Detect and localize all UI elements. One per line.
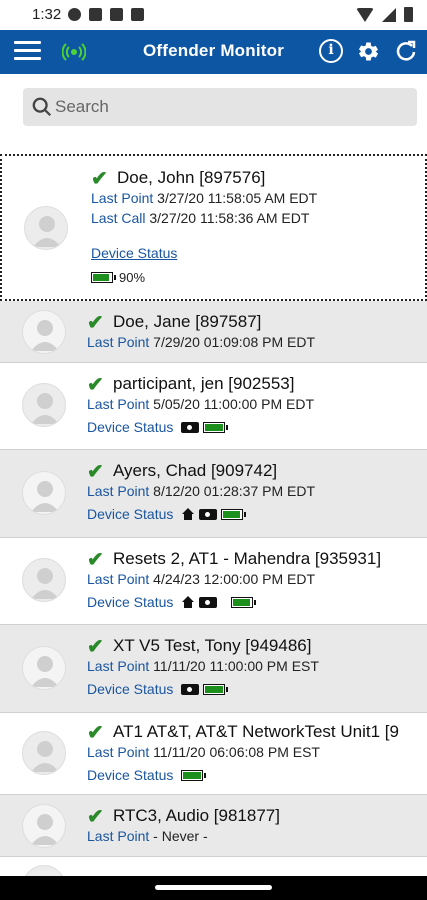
ankle-tag-icon bbox=[181, 421, 200, 433]
list-item[interactable]: ✔ AT1 AT&T, AT&T NetworkTest Unit1 [9 Las… bbox=[0, 713, 427, 795]
offender-list[interactable]: ✔ Doe, John [897576] Last Point 3/27/20 … bbox=[0, 136, 427, 876]
list-item[interactable]: ✔ XT V5 Test, Tony [949486] Last Point 11… bbox=[0, 625, 427, 713]
offender-name: XT V5 Test, Tony [949486] bbox=[113, 636, 312, 655]
avatar bbox=[22, 804, 66, 848]
avatar bbox=[24, 206, 68, 250]
device-status-link[interactable]: Device Status bbox=[87, 681, 173, 697]
settings-notification-icon bbox=[68, 8, 81, 21]
battery-icon bbox=[181, 769, 207, 781]
list-item[interactable]: ✔ Resets 2, AT1 - Mahendra [935931] Last … bbox=[0, 538, 427, 625]
ankle-tag-icon bbox=[199, 596, 218, 608]
phone-battery-icon bbox=[404, 7, 413, 22]
check-icon: ✔ bbox=[87, 548, 104, 571]
offender-name: Resets 2, AT1 - Mahendra [935931] bbox=[113, 549, 382, 568]
device-status-link[interactable]: Device Status bbox=[87, 506, 173, 522]
home-gesture-handle[interactable] bbox=[155, 885, 272, 890]
offender-name: Ayers, Chad [909742] bbox=[113, 461, 278, 480]
battery-icon bbox=[221, 508, 247, 520]
gear-icon[interactable] bbox=[355, 38, 382, 65]
battery-icon bbox=[231, 596, 257, 608]
check-icon: ✔ bbox=[91, 167, 108, 190]
home-icon bbox=[182, 508, 195, 520]
offender-name: Doe, Jane [897587] bbox=[113, 312, 262, 331]
avatar bbox=[22, 558, 66, 602]
status-time: 1:32 bbox=[32, 6, 62, 23]
check-icon: ✔ bbox=[87, 460, 104, 483]
search-bar bbox=[0, 74, 427, 136]
avatar bbox=[22, 310, 66, 354]
sd-card-icon bbox=[131, 8, 144, 21]
avatar bbox=[22, 646, 66, 690]
battery-icon bbox=[203, 683, 229, 695]
offender-name: ✔ Doe, John [897576] bbox=[91, 167, 266, 190]
list-item-partial[interactable] bbox=[0, 857, 427, 876]
offender-name: RTC3, Audio [981877] bbox=[113, 806, 280, 825]
battery-icon bbox=[91, 272, 116, 283]
info-icon[interactable]: i bbox=[319, 39, 343, 63]
battery-percent: 90% bbox=[119, 270, 146, 285]
battery-icon bbox=[203, 421, 229, 433]
check-icon: ✔ bbox=[87, 721, 104, 744]
list-item-partial bbox=[0, 136, 427, 154]
list-item-selected[interactable]: ✔ Doe, John [897576] Last Point 3/27/20 … bbox=[0, 154, 427, 301]
avatar bbox=[22, 471, 66, 515]
check-icon: ✔ bbox=[87, 635, 104, 658]
check-icon: ✔ bbox=[87, 311, 104, 334]
list-item[interactable]: ✔ Ayers, Chad [909742] Last Point 8/12/20… bbox=[0, 450, 427, 538]
list-item[interactable]: ✔ Doe, Jane [897587] Last Point 7/29/20 0… bbox=[0, 301, 427, 363]
ankle-tag-icon bbox=[199, 508, 218, 520]
list-item[interactable]: ✔ participant, jen [902553] Last Point 5/… bbox=[0, 363, 427, 450]
ankle-tag-icon bbox=[181, 683, 200, 695]
status-bar: 1:32 bbox=[0, 0, 427, 30]
device-status-link[interactable]: Device Status bbox=[87, 767, 173, 783]
check-icon: ✔ bbox=[87, 805, 104, 828]
offender-name: participant, jen [902553] bbox=[113, 374, 295, 393]
device-status-link[interactable]: Device Status bbox=[91, 245, 177, 261]
app-bar: Offender Monitor i bbox=[0, 30, 427, 74]
search-icon bbox=[32, 97, 52, 117]
refresh-icon[interactable] bbox=[394, 39, 418, 63]
sync-notification-icon bbox=[110, 8, 123, 21]
avatar bbox=[22, 731, 66, 775]
app-notification-icon bbox=[89, 8, 102, 21]
device-status-link[interactable]: Device Status bbox=[87, 594, 173, 610]
wifi-icon bbox=[356, 7, 374, 22]
system-nav-bar bbox=[0, 876, 427, 900]
offender-name: AT1 AT&T, AT&T NetworkTest Unit1 [9 bbox=[113, 722, 399, 741]
search-input[interactable] bbox=[55, 88, 405, 126]
search-box[interactable] bbox=[23, 88, 417, 126]
check-icon: ✔ bbox=[87, 373, 104, 396]
avatar bbox=[22, 865, 66, 876]
home-icon bbox=[182, 596, 195, 608]
avatar bbox=[22, 383, 66, 427]
cellular-signal-icon bbox=[382, 7, 396, 22]
list-item[interactable]: ✔ RTC3, Audio [981877] Last Point - Never… bbox=[0, 795, 427, 857]
device-status-link[interactable]: Device Status bbox=[87, 419, 173, 435]
